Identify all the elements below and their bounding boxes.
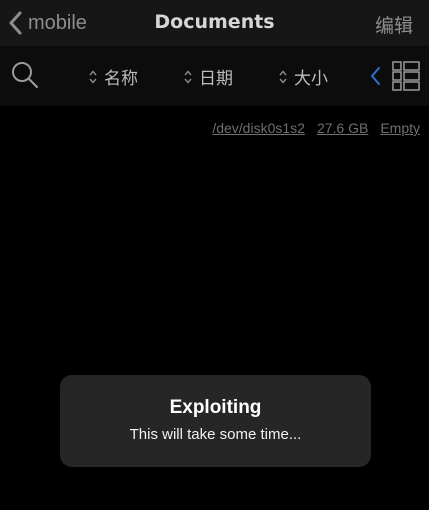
disk-device-link[interactable]: /dev/disk0s1s2: [212, 120, 305, 136]
search-icon[interactable]: [10, 60, 40, 90]
disk-size-link[interactable]: 27.6 GB: [317, 120, 368, 136]
sort-arrows-icon: [89, 69, 97, 84]
page-title: Documents: [154, 11, 275, 33]
edit-button[interactable]: 编辑: [375, 11, 413, 38]
sort-date-label: 日期: [199, 69, 233, 89]
toolbar: 名称 日期 大小: [0, 46, 429, 106]
sort-by-size-button[interactable]: 大小: [278, 64, 328, 89]
sort-arrows-icon: [184, 69, 192, 84]
sort-arrows-icon: [279, 69, 287, 84]
toast-title: Exploiting: [169, 397, 262, 418]
disk-status-link[interactable]: Empty: [380, 120, 420, 136]
toast-message: This will take some time...: [129, 426, 302, 443]
grid-view-icon[interactable]: [392, 61, 420, 91]
sort-by-date-button[interactable]: 日期: [183, 64, 233, 89]
disk-info: /dev/disk0s1s2 27.6 GB Empty: [212, 120, 420, 136]
progress-toast: Exploiting This will take some time...: [60, 375, 371, 467]
sort-size-label: 大小: [294, 69, 328, 89]
chevron-left-icon[interactable]: [369, 66, 381, 86]
navigation-bar: mobile Documents 编辑: [0, 0, 429, 46]
sort-name-label: 名称: [104, 69, 138, 89]
sort-by-name-button[interactable]: 名称: [88, 64, 138, 89]
